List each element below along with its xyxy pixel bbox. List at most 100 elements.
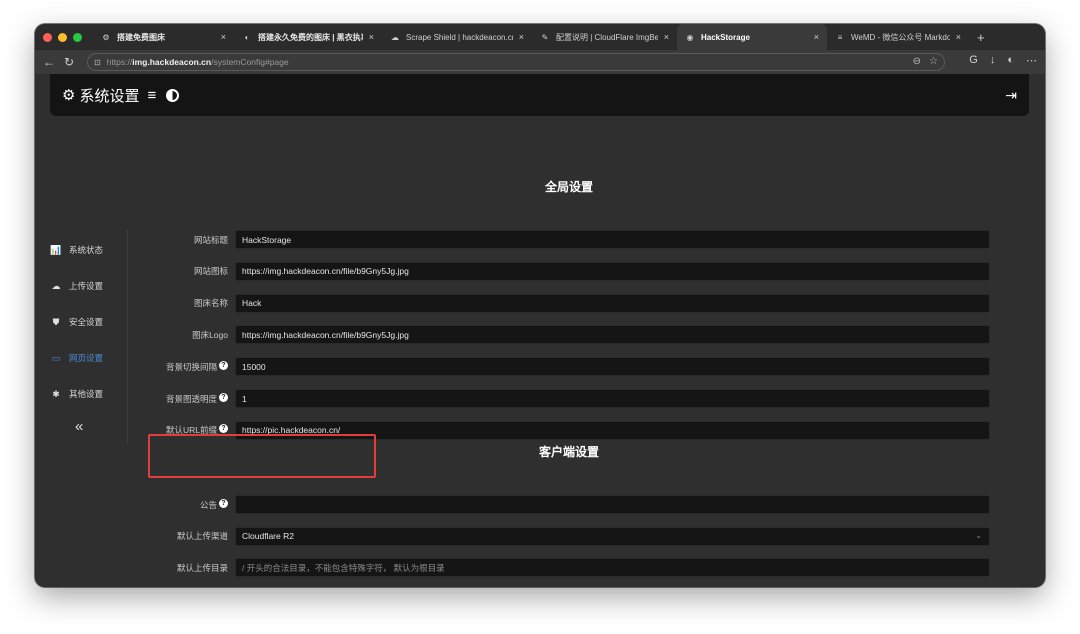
form-row: 默认上传目录 / 开头的合法目录，不能包含特殊字符， 默认为根目录 [135,558,990,577]
tab-favicon-icon: ☁ [391,32,399,42]
browser-tab[interactable]: ✎ 配置说明 | CloudFlare ImgBed × [532,24,677,50]
sidebar-item-label: 安全设置 [69,317,104,327]
help-icon[interactable]: ? [219,424,228,434]
form-row: 图床名称 Hack [135,293,990,313]
form-row: 网站标题 HackStorage [135,230,990,249]
tab-close-icon[interactable]: × [814,32,819,42]
form-row: 背景图透明度? 1 [135,389,990,408]
site-info-icon[interactable]: ⊡ [94,58,101,67]
browser-window: ⚙ 搭建免费图床 × ◐ 搭建永久免费的图床 | 黑衣执事 × ☁ Scrape Shield… [35,24,1045,587]
extension-icon[interactable]: G [969,54,978,67]
sidebar-item-icon: ▭ [51,352,61,363]
sidebar-item-icon: ☁ [51,280,61,291]
browser-tab[interactable]: ◐ 搭建永久免费的图床 | 黑衣执事 × [234,24,382,50]
sidebar-item-label: 其他设置 [69,389,104,399]
browser-tab[interactable]: ⚙ 搭建免费图床 × [93,24,234,50]
bookmark-star-icon[interactable]: ☆ [929,56,938,67]
address-row: ← ↻ ⊡ https://img.hackdeacon.cn/systemCo… [35,50,1045,74]
text-input[interactable]: / 开头的合法目录，不能包含特殊字符， 默认为根目录 [235,558,990,577]
address-bar[interactable]: ⊡ https://img.hackdeacon.cn/systemConfig… [87,53,945,71]
sidebar-item-label: 网页设置 [69,353,104,363]
browser-tab[interactable]: ≡ WeMD - 微信公众号 Markdown × [827,24,969,50]
sidebar-item[interactable]: ▭ 网页设置 [49,340,129,376]
red-highlight-box [148,434,376,478]
sidebar-item-icon: 📊 [50,244,62,255]
settings-gears-icon: ⚙ [62,87,76,104]
client-settings-title: 客户端设置 [539,445,600,459]
chevron-down-icon: ⌄ [975,530,982,540]
tab-favicon-icon: ◐ [244,32,250,42]
field-label: 背景图透明度? [135,392,235,405]
tab-close-icon[interactable]: × [369,32,374,42]
browser-tab[interactable]: ◉ HackStorage × [677,24,827,50]
tab-favicon-icon: ◉ [686,32,694,42]
form-row: 背景切换间隔? 15000 [135,357,990,377]
text-input[interactable] [235,495,990,514]
hamburger-menu-icon[interactable]: ≡ [147,87,156,104]
select-field[interactable]: Cloudflare R2 ⌄ [235,526,990,546]
page-title: 系统设置 [79,87,140,105]
field-label: 默认上传渠道 [176,531,228,541]
field-label: 图床Logo [192,329,228,340]
text-input[interactable]: https://img.hackdeacon.cn/file/b9Gny5Jg.… [235,325,990,345]
text-input[interactable]: 15000 [235,357,990,377]
tab-close-icon[interactable]: × [519,32,524,42]
tab-close-icon[interactable]: × [664,32,669,42]
theme-toggle-icon[interactable] [166,88,180,102]
help-icon[interactable]: ? [219,498,228,508]
field-label: 默认上传目录 [176,562,228,573]
more-menu-icon[interactable]: ⋯ [1026,54,1037,67]
profile-icon[interactable]: ◐ [1007,54,1014,67]
tab-title: Scrape Shield | hackdeacon.cn [406,32,513,42]
url-scheme: https:// [106,57,133,67]
sidebar-item-icon: ✱ [52,388,60,399]
sidebar-item-label: 系统状态 [69,245,104,255]
page-content: ⚙ 系统设置 ≡ ⇥ 📊 系统状态 ☁ 上传设置 ⛊ 安全设置 ▭ 网页设置 ✱ 其他设置 « 全… [35,74,1045,587]
url-host: img.hackdeacon.cn [132,57,212,67]
sidebar-item-icon: ⛊ [52,316,60,327]
sidebar-item[interactable]: ⛊ 安全设置 [49,304,129,340]
collapse-sidebar-icon[interactable]: « [75,418,129,435]
field-label: 网站图标 [193,266,228,277]
help-icon[interactable]: ? [219,360,228,370]
maximize-window-button[interactable] [73,32,82,42]
sidebar-item-label: 上传设置 [69,281,104,291]
text-input[interactable]: 1 [235,389,990,408]
form-row: 默认上传渠道 Cloudflare R2 ⌄ [135,526,990,546]
field-label: 背景切换间隔? [135,360,235,373]
tab-favicon-icon: ⚙ [102,32,110,42]
tab-title: WeMD - 微信公众号 Markdown [851,32,950,42]
sidebar-item[interactable]: ☁ 上传设置 [49,268,129,304]
global-settings-title: 全局设置 [545,180,594,194]
reload-icon[interactable]: ↻ [59,55,79,69]
tab-close-icon[interactable]: × [956,32,961,42]
field-label: 网站标题 [193,234,228,245]
text-input[interactable]: Hack [235,293,990,313]
logout-icon[interactable]: ⇥ [1005,87,1017,104]
back-icon[interactable]: ← [39,55,59,69]
tab-favicon-icon: ✎ [541,32,549,42]
minimize-window-button[interactable] [58,32,67,42]
form-row: 网站图标 https://img.hackdeacon.cn/file/b9Gny… [135,261,990,281]
tab-bar: ⚙ 搭建免费图床 × ◐ 搭建永久免费的图床 | 黑衣执事 × ☁ Scrape Shield… [35,24,1045,50]
tab-favicon-icon: ≡ [837,32,843,42]
close-window-button[interactable] [43,32,52,42]
field-label: 图床名称 [193,298,228,309]
sidebar-item[interactable]: 📊 系统状态 [49,232,129,268]
form-row: 图床Logo https://img.hackdeacon.cn/file/b9G… [135,325,990,345]
translate-icon[interactable]: ⊖ [913,56,921,67]
tab-title: HackStorage [701,32,750,42]
tab-title: 配置说明 | CloudFlare ImgBed [556,32,658,42]
text-input[interactable]: HackStorage [235,230,990,249]
text-input[interactable]: https://img.hackdeacon.cn/file/b9Gny5Jg.… [235,261,990,281]
tab-title: 搭建免费图床 [117,32,165,42]
download-icon[interactable]: ↓ [990,54,996,67]
tab-close-icon[interactable]: × [221,32,226,42]
field-label: 公告? [135,498,235,511]
help-icon[interactable]: ? [219,392,228,402]
sidebar-item[interactable]: ✱ 其他设置 [49,376,129,412]
settings-sidebar: 📊 系统状态 ☁ 上传设置 ⛊ 安全设置 ▭ 网页设置 ✱ 其他设置 « [49,232,129,436]
url-path: /systemConfig#page [211,57,289,67]
new-tab-button[interactable]: + [977,30,985,45]
browser-tab[interactable]: ☁ Scrape Shield | hackdeacon.cn × [382,24,532,50]
